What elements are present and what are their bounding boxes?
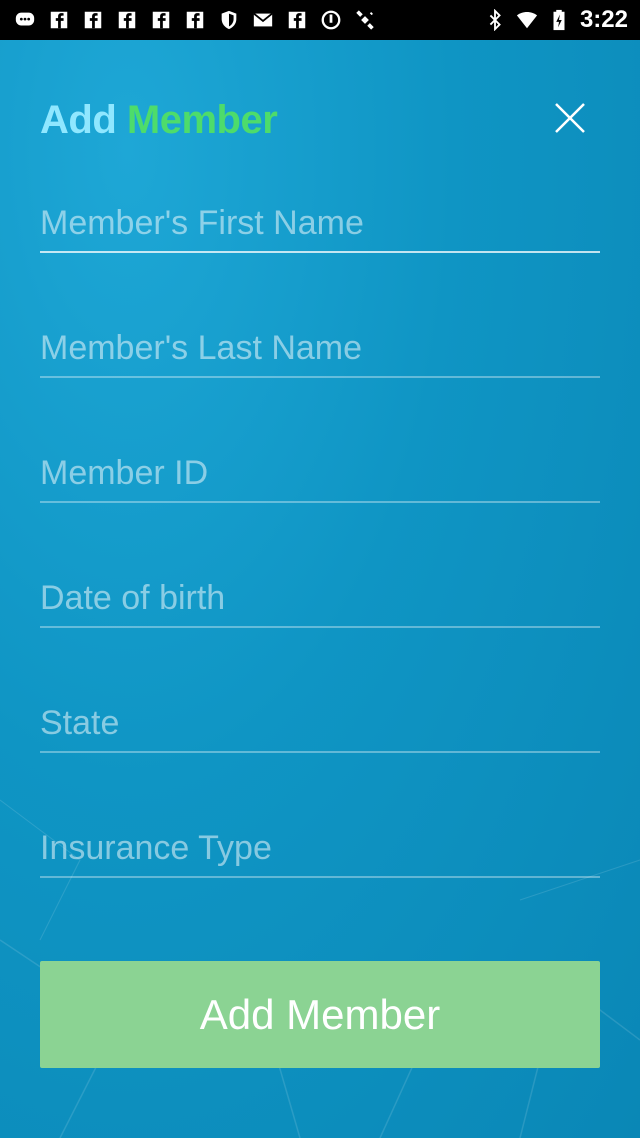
facebook-icon: [116, 9, 138, 31]
wifi-icon: [516, 9, 538, 31]
close-icon: [555, 103, 585, 133]
dob-field[interactable]: [40, 570, 600, 628]
chat-icon: [14, 9, 36, 31]
insurance-type-field[interactable]: [40, 820, 600, 878]
add-member-screen: Add Member Add Member: [0, 40, 640, 1138]
first-name-input[interactable]: [40, 195, 600, 251]
last-name-field[interactable]: [40, 320, 600, 378]
battery-icon: [548, 9, 570, 31]
state-field[interactable]: [40, 695, 600, 753]
clock: 3:22: [579, 6, 628, 33]
bluetooth-icon: [484, 9, 506, 31]
satellite-icon: [354, 9, 376, 31]
facebook-icon: [82, 9, 104, 31]
last-name-input[interactable]: [40, 320, 600, 376]
page-title: Add Member: [40, 98, 278, 143]
facebook-icon: [48, 9, 70, 31]
title-member: Member: [126, 98, 278, 142]
insurance-type-input[interactable]: [40, 820, 600, 876]
first-name-field[interactable]: [40, 195, 600, 253]
member-id-field[interactable]: [40, 445, 600, 503]
member-id-input[interactable]: [40, 445, 600, 501]
status-bar: 3:22: [0, 0, 640, 40]
circle-icon: [320, 9, 342, 31]
close-button[interactable]: [548, 96, 592, 140]
title-add: Add: [40, 98, 117, 142]
dob-input[interactable]: [40, 570, 600, 626]
mail-icon: [252, 9, 274, 31]
state-input[interactable]: [40, 695, 600, 751]
notification-icons: [0, 9, 376, 31]
shield-icon: [218, 9, 240, 31]
system-icons: 3:22: [484, 6, 640, 34]
facebook-icon: [150, 9, 172, 31]
facebook-icon: [286, 9, 308, 31]
facebook-icon: [184, 9, 206, 31]
add-member-button[interactable]: Add Member: [40, 961, 600, 1068]
